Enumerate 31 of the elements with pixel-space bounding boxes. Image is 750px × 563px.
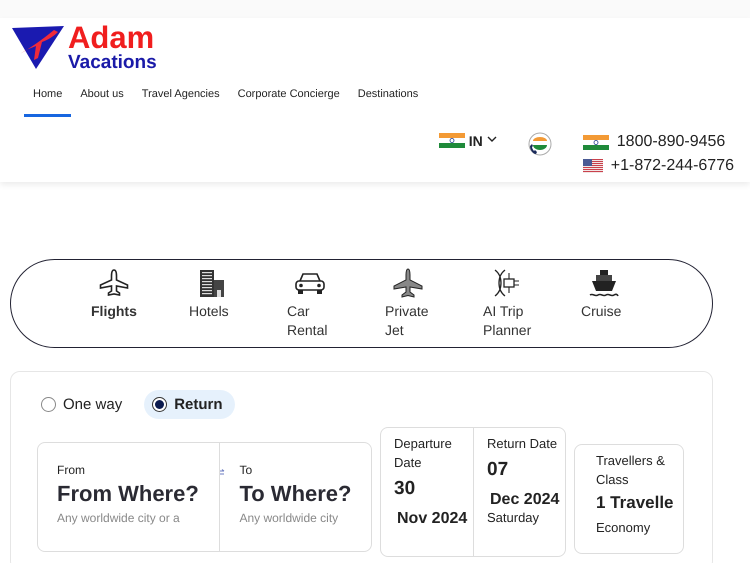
travellers-field[interactable]: Travellers & Class 1 Travelle Economy (574, 444, 684, 554)
logo-subtext: Vacations (68, 53, 157, 72)
service-tab[interactable]: Flights (91, 268, 189, 347)
trip-type-radio[interactable]: One way (39, 390, 134, 419)
service-tab[interactable]: Hotels (189, 268, 287, 347)
caret-icon (486, 136, 497, 143)
nav-link[interactable]: Travel Agencies (132, 82, 229, 117)
ship-icon (588, 268, 618, 298)
airplane-icon (98, 269, 128, 297)
service-tab[interactable]: Car Rental (287, 268, 385, 347)
phone-number[interactable]: 1800-890-9456 (616, 133, 726, 151)
service-tab[interactable]: Private Jet (385, 268, 483, 347)
india-flag-icon (582, 134, 609, 150)
phone-support-icon[interactable] (526, 131, 553, 157)
nav-link[interactable]: About us (71, 82, 133, 117)
plane-logo-icon (10, 24, 66, 70)
service-tab[interactable]: Cruise (581, 268, 679, 347)
usa-flag-icon (582, 159, 603, 173)
car-icon (294, 271, 326, 295)
hotel-building-icon (198, 269, 224, 297)
india-flag-icon (438, 133, 465, 148)
nav-link[interactable]: Destinations (348, 82, 428, 117)
logo-text: Adam (68, 22, 154, 53)
logo[interactable]: Adam Vacations (10, 22, 157, 72)
trip-type-radio[interactable]: Return (144, 390, 235, 419)
service-tab[interactable]: AI Trip Planner (483, 268, 581, 347)
phone-number[interactable]: +1-872-244-6776 (610, 157, 734, 175)
country-selector[interactable]: IN (438, 133, 497, 153)
nav-link[interactable]: Home (24, 82, 72, 117)
jet-icon (392, 268, 424, 298)
nav-link[interactable]: Corporate Concierge (228, 82, 349, 117)
